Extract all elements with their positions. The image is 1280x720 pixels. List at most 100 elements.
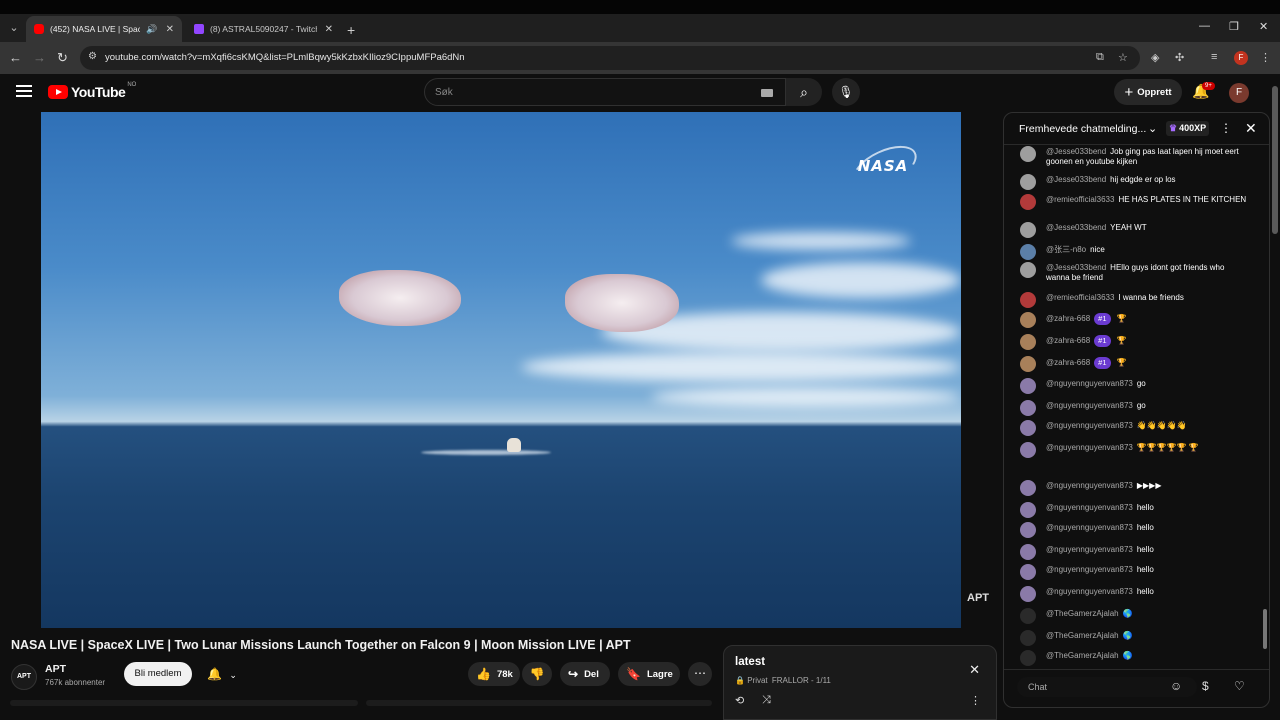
video-player[interactable]: NASA — [41, 112, 961, 628]
chat-message[interactable]: @nguyennguyenvan873 ▶▶▶▶ — [1020, 480, 1250, 496]
chat-scrollbar-thumb[interactable] — [1263, 609, 1267, 649]
chat-message[interactable]: @zahra-668 #1 🏆 — [1020, 334, 1250, 350]
chat-author-avatar[interactable] — [1020, 586, 1036, 602]
chat-author-name[interactable]: @TheGamerzAjalah — [1046, 609, 1119, 618]
chat-message[interactable]: @zahra-668 #1 🏆 — [1020, 356, 1250, 372]
chat-author-name[interactable]: @TheGamerzAjalah — [1046, 651, 1119, 660]
hamburger-menu-icon[interactable] — [16, 85, 32, 100]
voice-search-button[interactable]: 🎙 — [832, 78, 860, 106]
save-button[interactable]: 🔖 Lagre — [618, 662, 680, 686]
chat-author-name[interactable]: @nguyennguyenvan873 — [1046, 401, 1133, 410]
more-vertical-icon[interactable]: ⋮ — [1220, 121, 1232, 135]
close-icon[interactable]: ✕ — [325, 24, 333, 35]
close-icon[interactable]: ✕ — [1245, 120, 1257, 137]
chat-author-avatar[interactable] — [1020, 378, 1036, 394]
chat-author-avatar[interactable] — [1020, 630, 1036, 646]
xp-badge[interactable]: ♛ 400XP — [1166, 121, 1210, 136]
puzzle-icon[interactable]: ✣ — [1175, 51, 1184, 64]
chat-message[interactable]: @nguyennguyenvan873 hello — [1020, 522, 1250, 538]
chat-message[interactable]: @nguyennguyenvan873 hello — [1020, 586, 1250, 602]
heart-icon[interactable]: ♡ — [1234, 679, 1245, 693]
close-icon[interactable]: ✕ — [166, 24, 174, 35]
chat-author-name[interactable]: @nguyennguyenvan873 — [1046, 587, 1133, 596]
chat-author-avatar[interactable] — [1020, 420, 1036, 436]
chat-author-name[interactable]: @nguyennguyenvan873 — [1046, 421, 1133, 430]
chat-mode-title[interactable]: Fremhevede chatmelding... — [1019, 123, 1146, 135]
forward-arrow-icon[interactable]: → — [33, 50, 46, 65]
url-field[interactable]: ⚙ youtube.com/watch?v=mXqfi6csKMQ&list=P… — [80, 46, 1140, 70]
back-arrow-icon[interactable]: ← — [9, 50, 22, 65]
more-actions-button[interactable]: ⋯ — [688, 662, 712, 686]
chat-message[interactable]: @TheGamerzAjalah 🌎 — [1020, 608, 1250, 624]
dislike-button[interactable]: 👎 — [522, 662, 552, 686]
browser-tab-youtube[interactable]: (452) NASA LIVE | SpaceX LI 🔊 ✕ — [26, 16, 182, 42]
chat-author-name[interactable]: @Jesse033bend — [1046, 175, 1106, 184]
chat-message[interactable]: @Jesse033bend Job ging pas laat lapen hij… — [1020, 146, 1250, 167]
create-button[interactable]: + Opprett — [1114, 79, 1182, 105]
chat-author-avatar[interactable] — [1020, 480, 1036, 496]
chat-message[interactable]: @remieofficial3633 I wanna be friends — [1020, 292, 1250, 308]
chat-author-name[interactable]: @nguyennguyenvan873 — [1046, 503, 1133, 512]
speaker-icon[interactable]: 🔊 — [146, 24, 157, 35]
extension-icon[interactable]: ◈ — [1151, 51, 1159, 64]
browser-profile-avatar[interactable]: F — [1234, 51, 1248, 65]
chat-author-name[interactable]: @remieofficial3633 — [1046, 293, 1114, 302]
youtube-logo[interactable]: YouTube NO — [48, 82, 136, 100]
chat-author-avatar[interactable] — [1020, 608, 1036, 624]
media-control-icon[interactable]: ≡ — [1211, 51, 1217, 63]
chat-author-name[interactable]: @nguyennguyenvan873 — [1046, 565, 1133, 574]
chat-author-name[interactable]: @nguyennguyenvan873 — [1046, 523, 1133, 532]
chat-author-avatar[interactable] — [1020, 292, 1036, 308]
chat-message[interactable]: @TheGamerzAjalah 🌎 — [1020, 650, 1250, 666]
chevron-down-icon[interactable]: ⌄ — [1148, 122, 1157, 135]
window-close-icon[interactable]: ✕ — [1259, 20, 1268, 33]
join-button[interactable]: Bli medlem — [124, 662, 192, 686]
chat-author-name[interactable]: @nguyennguyenvan873 — [1046, 545, 1133, 554]
chat-author-name[interactable]: @Jesse033bend — [1046, 147, 1106, 156]
playlist-title[interactable]: latest — [735, 656, 765, 668]
chat-author-name[interactable]: @nguyennguyenvan873 — [1046, 443, 1133, 452]
super-chat-icon[interactable]: $ — [1202, 679, 1209, 693]
channel-name[interactable]: APT — [45, 663, 66, 675]
new-tab-icon[interactable]: + — [347, 22, 355, 38]
chat-message[interactable]: @nguyennguyenvan873 hello — [1020, 544, 1250, 560]
chat-author-avatar[interactable] — [1020, 400, 1036, 416]
minimize-icon[interactable]: — — [1199, 20, 1210, 32]
emoji-icon[interactable]: ☺ — [1170, 679, 1182, 693]
chat-author-avatar[interactable] — [1020, 194, 1036, 210]
chat-message[interactable]: @nguyennguyenvan873 go — [1020, 400, 1250, 416]
share-button[interactable]: ↪ Del — [560, 662, 610, 686]
chat-author-avatar[interactable] — [1020, 356, 1036, 372]
chat-message[interactable]: @张三-n8o nice — [1020, 244, 1250, 260]
chat-author-avatar[interactable] — [1020, 564, 1036, 580]
chat-author-avatar[interactable] — [1020, 502, 1036, 518]
chat-author-avatar[interactable] — [1020, 312, 1036, 328]
more-vertical-icon[interactable]: ⋮ — [970, 694, 981, 707]
chat-author-avatar[interactable] — [1020, 334, 1036, 350]
chat-author-avatar[interactable] — [1020, 222, 1036, 238]
chat-scrollbar[interactable] — [1262, 149, 1268, 665]
chat-author-avatar[interactable] — [1020, 244, 1036, 260]
close-icon[interactable]: ✕ — [969, 662, 980, 678]
loop-icon[interactable]: ⟲ — [735, 694, 744, 707]
chat-author-name[interactable]: @TheGamerzAjalah — [1046, 631, 1119, 640]
install-app-icon[interactable]: ⧉ — [1096, 51, 1104, 64]
reload-icon[interactable]: ↻ — [57, 50, 68, 66]
channel-avatar[interactable]: APT — [11, 664, 37, 690]
chat-author-avatar[interactable] — [1020, 522, 1036, 538]
restore-icon[interactable]: ❐ — [1229, 20, 1239, 33]
channel-watermark[interactable]: APT — [967, 592, 989, 604]
chat-message[interactable]: @nguyennguyenvan873 hello — [1020, 564, 1250, 580]
chat-author-name[interactable]: @nguyennguyenvan873 — [1046, 481, 1133, 490]
chat-author-avatar[interactable] — [1020, 146, 1036, 162]
chat-message[interactable]: @nguyennguyenvan873 go — [1020, 378, 1250, 394]
chat-message[interactable]: @zahra-668 #1 🏆 — [1020, 312, 1250, 328]
search-button[interactable]: ⌕ — [786, 78, 822, 106]
chat-message[interactable]: @nguyennguyenvan873 hello — [1020, 502, 1250, 518]
chat-author-name[interactable]: @Jesse033bend — [1046, 223, 1106, 232]
chat-author-name[interactable]: @Jesse033bend — [1046, 263, 1106, 272]
browser-menu-icon[interactable]: ⋮ — [1260, 51, 1271, 64]
chat-author-name[interactable]: @nguyennguyenvan873 — [1046, 379, 1133, 388]
chat-author-avatar[interactable] — [1020, 174, 1036, 190]
chat-message[interactable]: @nguyennguyenvan873 👋👋👋👋👋 — [1020, 420, 1250, 436]
